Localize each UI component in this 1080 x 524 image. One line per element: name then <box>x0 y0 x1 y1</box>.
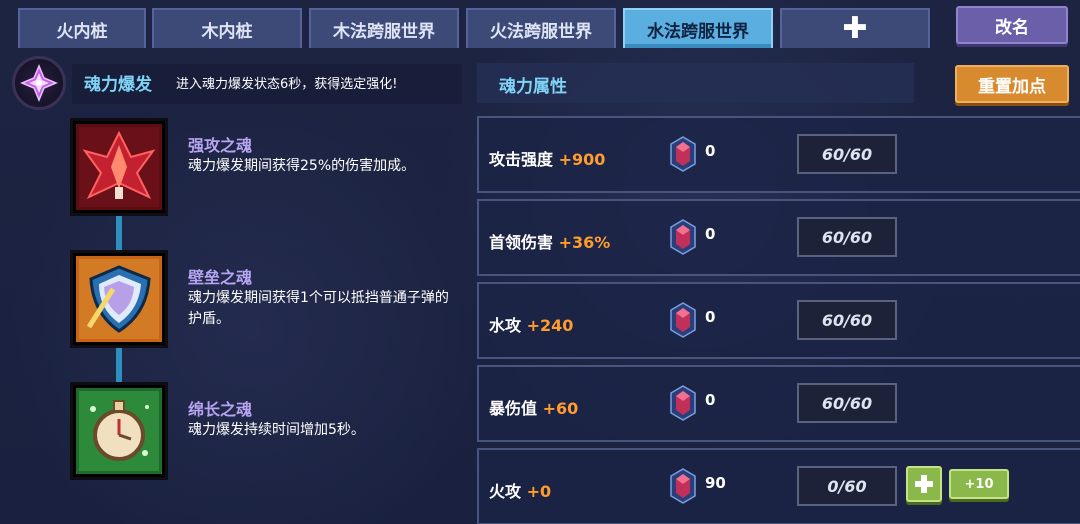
soul-gem-icon <box>670 385 696 421</box>
attribute-row: 攻击强度 +900 0 60/60 <box>477 116 1080 193</box>
attribute-label: 水攻 <box>489 316 522 335</box>
soul-connector <box>116 348 122 384</box>
attribute-bonus: +0 <box>526 482 552 501</box>
soul-gem-icon <box>670 136 696 172</box>
shield-icon <box>70 250 168 348</box>
tab-label: 木法跨服世界 <box>333 21 435 42</box>
tab-water-cross-server[interactable]: 水法跨服世界 <box>623 8 773 48</box>
level-display: 60/60 <box>797 300 897 340</box>
soul-name: 强攻之魂 <box>188 136 253 155</box>
gem-count: 0 <box>705 225 716 243</box>
plus10-label: +10 <box>964 476 994 492</box>
attributes-header: 魂力属性 <box>477 63 914 103</box>
attribute-label: 火攻 <box>489 482 522 501</box>
attribute-name: 水攻 +240 <box>489 312 573 336</box>
soul-name: 壁垒之魂 <box>188 268 253 287</box>
add-tab-button[interactable]: ✚ <box>780 8 930 48</box>
soul-gem-icon <box>670 468 696 504</box>
attribute-bonus: +900 <box>558 150 606 169</box>
level-display: 60/60 <box>797 383 897 423</box>
soul-burst-header: 魂力爆发 进入魂力爆发状态6秒，获得选定强化! <box>12 56 462 110</box>
soul-item-bulwark[interactable]: 壁垒之魂 魂力爆发期间获得1个可以抵挡普通子弹的护盾。 <box>70 250 460 350</box>
tab-wood-stake[interactable]: 木内桩 <box>152 8 302 48</box>
attribute-row: 火攻 +0 90 0/60 +10 <box>477 448 1080 524</box>
soul-burst-crystal-icon[interactable] <box>12 56 66 110</box>
add-point-button[interactable] <box>906 466 942 502</box>
tab-bar: 火内桩 木内桩 木法跨服世界 火法跨服世界 水法跨服世界 ✚ 改名 <box>0 0 1080 52</box>
stopwatch-icon <box>70 382 168 480</box>
attribute-name: 首领伤害 +36% <box>489 229 610 253</box>
rename-label: 改名 <box>995 17 1029 38</box>
plus-icon: ✚ <box>842 11 868 46</box>
gem-count: 0 <box>705 308 716 326</box>
level-display: 60/60 <box>797 217 897 257</box>
red-dragon-icon <box>70 118 168 216</box>
attribute-label: 攻击强度 <box>489 150 554 169</box>
add-ten-points-button[interactable]: +10 <box>949 469 1009 499</box>
tab-fire-stake[interactable]: 火内桩 <box>18 8 146 48</box>
attribute-row: 暴伤值 +60 0 60/60 <box>477 365 1080 442</box>
attribute-name: 火攻 +0 <box>489 478 551 502</box>
attribute-label: 暴伤值 <box>489 399 538 418</box>
soul-name: 绵长之魂 <box>188 400 253 419</box>
level-display: 60/60 <box>797 134 897 174</box>
gem-count: 0 <box>705 142 716 160</box>
attribute-row: 首领伤害 +36% 0 60/60 <box>477 199 1080 276</box>
soul-burst-description: 进入魂力爆发状态6秒，获得选定强化! <box>176 77 398 92</box>
attribute-bonus: +240 <box>526 316 574 335</box>
soul-connector <box>116 216 122 252</box>
level-display: 0/60 <box>797 466 897 506</box>
rename-button[interactable]: 改名 <box>956 6 1068 44</box>
attributes-title: 魂力属性 <box>499 77 567 97</box>
soul-description: 魂力爆发期间获得1个可以抵挡普通子弹的护盾。 <box>188 290 449 327</box>
plus-icon <box>915 475 933 493</box>
attribute-row: 水攻 +240 0 60/60 <box>477 282 1080 359</box>
attribute-label: 首领伤害 <box>489 233 554 252</box>
attribute-bonus: +60 <box>542 399 579 418</box>
reset-label: 重置加点 <box>978 76 1046 97</box>
soul-description: 魂力爆发持续时间增加5秒。 <box>188 422 365 438</box>
tab-label: 火内桩 <box>56 21 108 42</box>
soul-item-endurance[interactable]: 绵长之魂 魂力爆发持续时间增加5秒。 <box>70 382 460 482</box>
soul-burst-title: 魂力爆发 <box>84 75 152 95</box>
soul-gem-icon <box>670 219 696 255</box>
soul-gem-icon <box>670 302 696 338</box>
attribute-name: 暴伤值 +60 <box>489 395 578 419</box>
reset-points-button[interactable]: 重置加点 <box>955 65 1069 103</box>
soul-item-assault[interactable]: 强攻之魂 魂力爆发期间获得25%的伤害加成。 <box>70 118 460 218</box>
attribute-bonus: +36% <box>558 233 611 252</box>
attribute-name: 攻击强度 +900 <box>489 146 605 170</box>
tab-label: 木内桩 <box>201 21 253 42</box>
soul-description: 魂力爆发期间获得25%的伤害加成。 <box>188 158 416 174</box>
tab-label: 水法跨服世界 <box>647 21 749 42</box>
gem-count: 0 <box>705 391 716 409</box>
tab-wood-cross-server[interactable]: 木法跨服世界 <box>309 8 459 48</box>
tab-fire-cross-server[interactable]: 火法跨服世界 <box>466 8 616 48</box>
gem-count: 90 <box>705 474 726 492</box>
tab-label: 火法跨服世界 <box>490 21 592 42</box>
